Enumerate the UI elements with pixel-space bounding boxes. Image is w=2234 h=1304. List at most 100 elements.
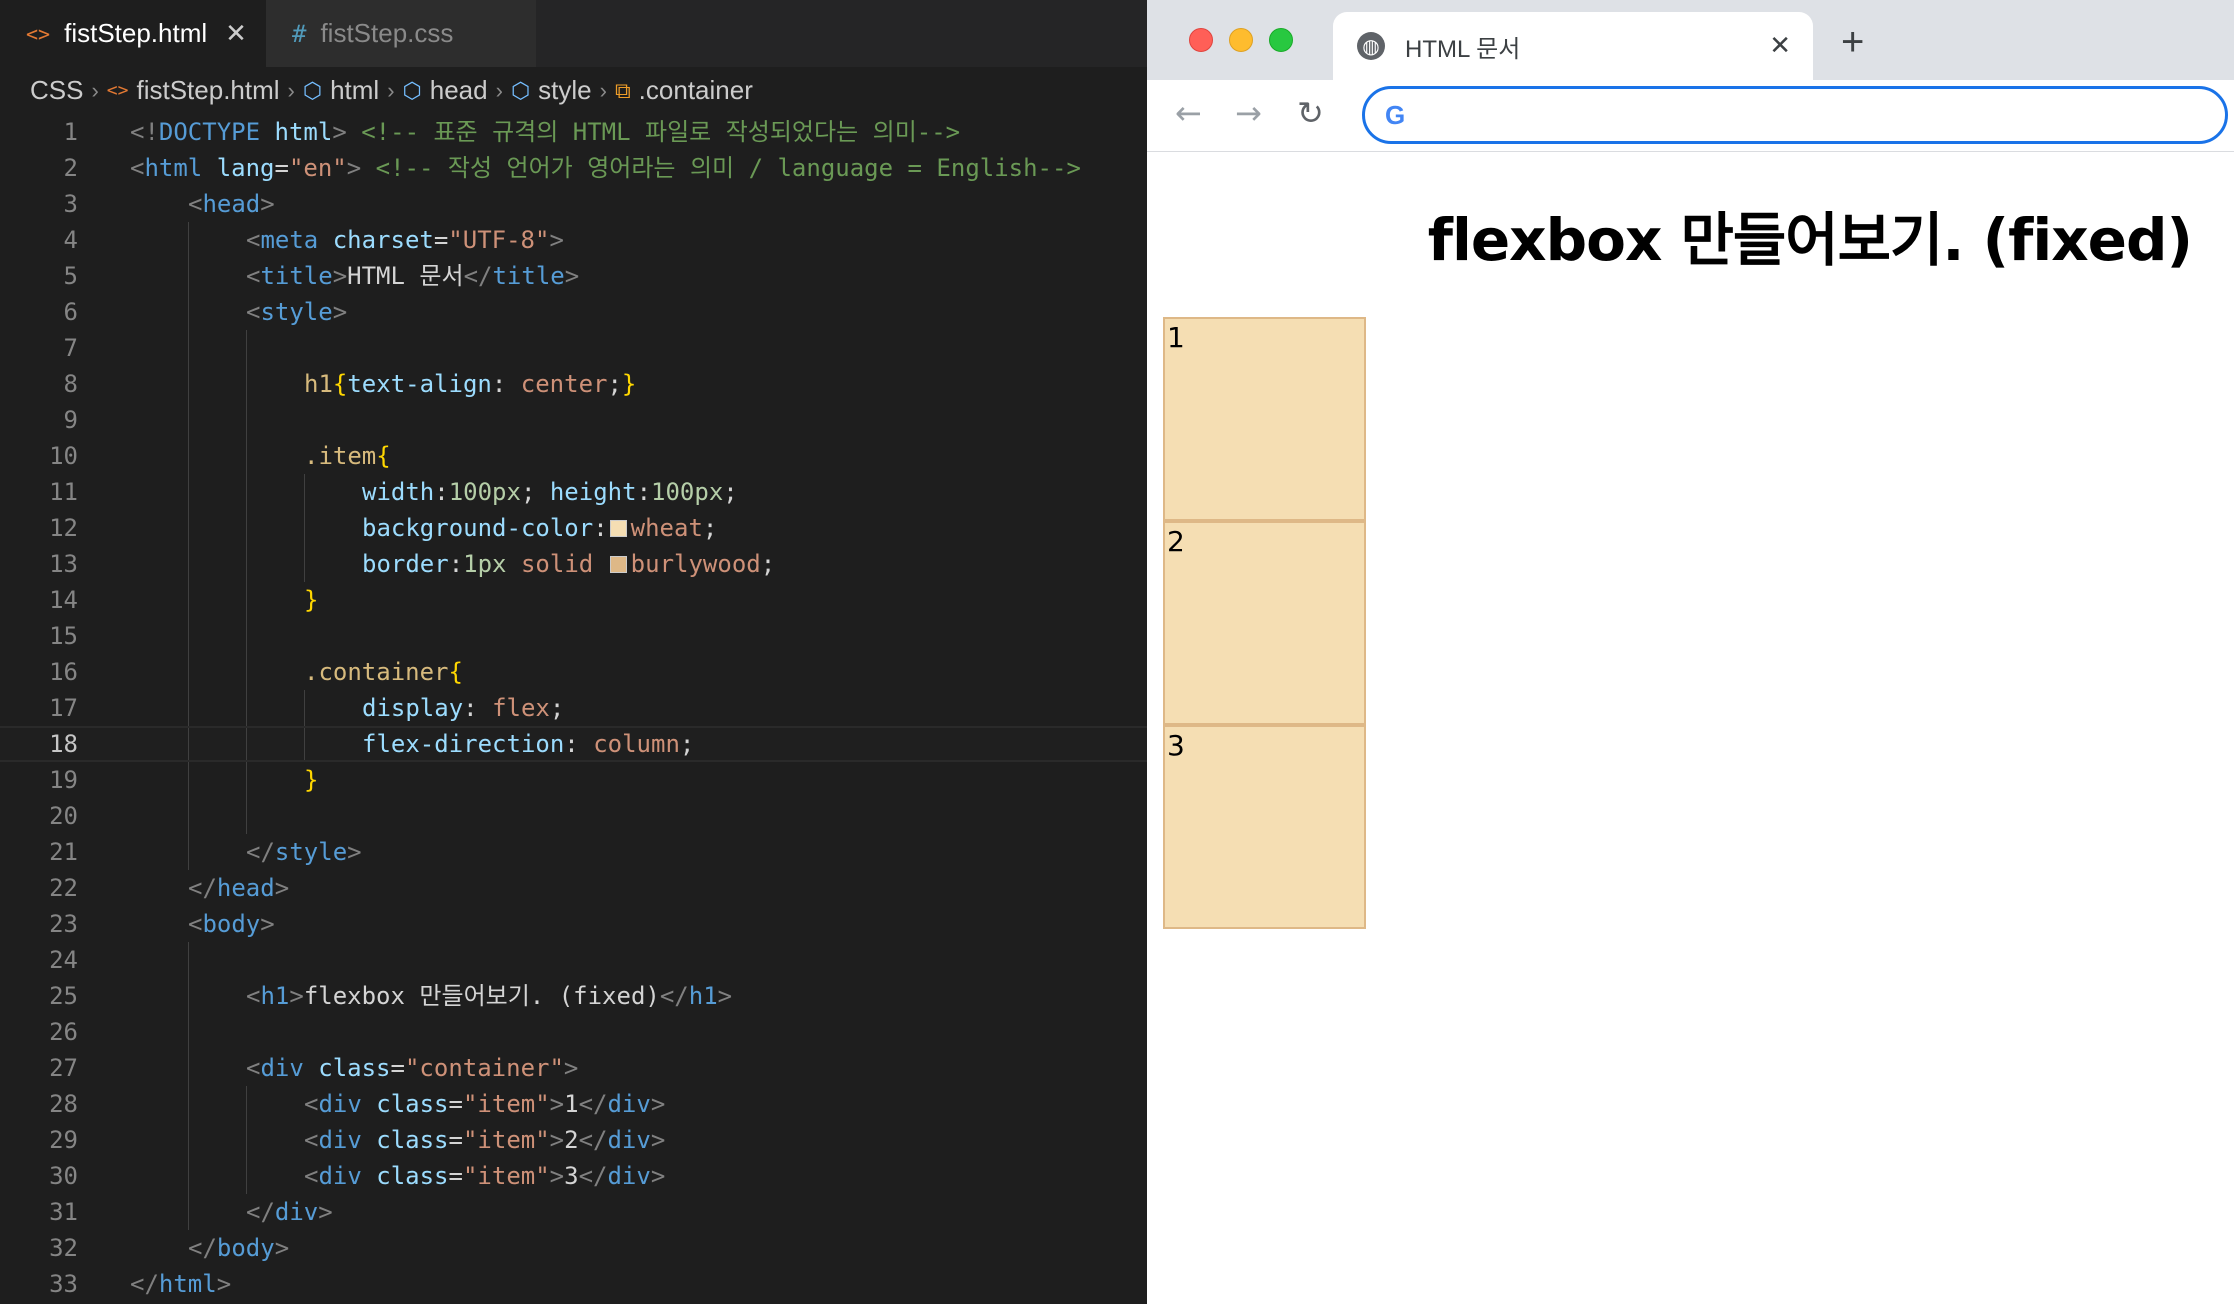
reload-icon[interactable]: ↻: [1297, 94, 1324, 132]
line-number: 17: [49, 694, 78, 722]
code-line[interactable]: 14}: [0, 582, 1147, 618]
color-swatch-wheat[interactable]: [609, 520, 627, 537]
flex-item: 3: [1163, 725, 1366, 929]
code-line[interactable]: 25 <h1>flexbox 만들어보기. (fixed)</h1>: [0, 978, 1147, 1014]
css-file-icon: #: [292, 19, 307, 48]
chevron-right-icon: ›: [287, 77, 295, 103]
code-area[interactable]: 1 <!DOCTYPE html> <!-- 표준 규격의 HTML 파일로 작성…: [0, 114, 1147, 1304]
line-number: 16: [49, 658, 78, 686]
line-number: 21: [49, 838, 78, 866]
code-line[interactable]: 2 <html lang="en"> <!-- 작성 언어가 영어라는 의미 / …: [0, 150, 1147, 186]
color-swatch-burlywood[interactable]: [609, 556, 627, 573]
code-line[interactable]: 13 border:1px solid burlywood;: [0, 546, 1147, 582]
code-line[interactable]: 28 <div class="item">1</div>: [0, 1086, 1147, 1122]
close-window-button[interactable]: [1189, 28, 1213, 52]
line-number: 25: [49, 982, 78, 1010]
tab-fiststep-html[interactable]: <> fistStep.html ✕: [0, 0, 266, 67]
code-line[interactable]: 32 </body>: [0, 1230, 1147, 1266]
flex-item: 1: [1163, 317, 1366, 521]
line-number: 30: [49, 1162, 78, 1190]
line-number: 28: [49, 1090, 78, 1118]
code-line[interactable]: 27 <div class="container">: [0, 1050, 1147, 1086]
code-line[interactable]: 23 <body>: [0, 906, 1147, 942]
html-file-icon: <>: [106, 80, 129, 101]
code-line[interactable]: 29 <div class="item">2</div>: [0, 1122, 1147, 1158]
close-tab-icon[interactable]: ✕: [1769, 31, 1791, 61]
code-line[interactable]: 17 display: flex;: [0, 690, 1147, 726]
line-number: 24: [49, 946, 78, 974]
line-number: 29: [49, 1126, 78, 1154]
code-line[interactable]: 8 h1{text-align: center;}: [0, 366, 1147, 402]
line-number: 13: [49, 550, 78, 578]
html-file-icon: <>: [26, 21, 51, 46]
line-number: 18: [49, 730, 78, 758]
code-line[interactable]: 11 width:100px; height:100px;: [0, 474, 1147, 510]
flex-item: 2: [1163, 521, 1366, 725]
line-number: 20: [49, 802, 78, 830]
code-line[interactable]: 4 <meta charset="UTF-8">: [0, 222, 1147, 258]
line-number: 15: [49, 622, 78, 650]
code-line[interactable]: 10 .item{: [0, 438, 1147, 474]
line-number: 27: [49, 1054, 78, 1082]
page-viewport: flexbox 만들어보기. (fixed) 1 2 3: [1147, 153, 2234, 1304]
code-line[interactable]: 15: [0, 618, 1147, 654]
forward-arrow-icon[interactable]: →: [1235, 94, 1262, 132]
tab-label: fistStep.html: [64, 18, 208, 48]
breadcrumb: CSS › <> fistStep.html › ⬡ html › ⬡ head › …: [0, 67, 1147, 114]
breadcrumb-item-container[interactable]: ⧉ .container: [615, 75, 753, 106]
line-number: 1: [63, 118, 78, 146]
address-input[interactable]: [1417, 101, 2198, 129]
line-number: 9: [63, 406, 78, 434]
code-line[interactable]: 24: [0, 942, 1147, 978]
code-line[interactable]: 7: [0, 330, 1147, 366]
close-icon[interactable]: ✕: [225, 18, 247, 49]
browser-tab[interactable]: ◍ HTML 문서 ✕: [1333, 12, 1813, 80]
code-line-current[interactable]: 18 flex-direction: column;: [0, 726, 1147, 762]
breadcrumb-item-style[interactable]: ⬡ style: [511, 75, 592, 106]
address-bar[interactable]: G: [1362, 86, 2228, 144]
code-line[interactable]: 5 <title>HTML 문서</title>: [0, 258, 1147, 294]
breadcrumb-item-css[interactable]: CSS: [30, 75, 83, 106]
line-number: 31: [49, 1198, 78, 1226]
editor-tab-bar: <> fistStep.html ✕ # fistStep.css: [0, 0, 1147, 67]
tab-fiststep-css[interactable]: # fistStep.css: [266, 0, 536, 67]
code-line[interactable]: 33 </html>: [0, 1266, 1147, 1302]
line-number: 33: [49, 1270, 78, 1298]
line-number: 10: [49, 442, 78, 470]
code-line[interactable]: 12 background-color: wheat;: [0, 510, 1147, 546]
element-icon: ⬡: [302, 77, 323, 103]
code-line[interactable]: 16 .container{: [0, 654, 1147, 690]
code-line[interactable]: 1 <!DOCTYPE html> <!-- 표준 규격의 HTML 파일로 작성…: [0, 114, 1147, 150]
chevron-right-icon: ›: [599, 77, 607, 103]
element-icon: ⬡: [510, 77, 531, 103]
line-number: 26: [49, 1018, 78, 1046]
browser-tab-strip: ◍ HTML 문서 ✕ +: [1147, 0, 2234, 80]
browser-window: ◍ HTML 문서 ✕ + ← → ↻ G flexbox 만들어보기. (fi…: [1147, 0, 2234, 1304]
code-line[interactable]: 3 <head>: [0, 186, 1147, 222]
code-line[interactable]: 31 </div>: [0, 1194, 1147, 1230]
code-line[interactable]: 21 </style>: [0, 834, 1147, 870]
code-line[interactable]: 19}: [0, 762, 1147, 798]
back-arrow-icon[interactable]: ←: [1175, 94, 1202, 132]
line-number: 11: [49, 478, 78, 506]
breadcrumb-item-head[interactable]: ⬡ head: [403, 75, 488, 106]
line-number: 4: [63, 226, 78, 254]
new-tab-button[interactable]: +: [1841, 20, 1864, 65]
code-line[interactable]: 9: [0, 402, 1147, 438]
code-line[interactable]: 26: [0, 1014, 1147, 1050]
line-number: 22: [49, 874, 78, 902]
line-number: 3: [63, 190, 78, 218]
breadcrumb-item-html[interactable]: ⬡ html: [303, 75, 379, 106]
page-heading: flexbox 만들어보기. (fixed): [1427, 206, 2193, 274]
code-line[interactable]: 6 <style>: [0, 294, 1147, 330]
breadcrumb-item-file[interactable]: <> fistStep.html: [107, 75, 280, 106]
line-number: 5: [63, 262, 78, 290]
browser-toolbar: ← → ↻ G: [1147, 80, 2234, 152]
maximize-window-button[interactable]: [1269, 28, 1293, 52]
code-line[interactable]: 22 </head>: [0, 870, 1147, 906]
line-number: 32: [49, 1234, 78, 1262]
code-line[interactable]: 30 <div class="item">3</div>: [0, 1158, 1147, 1194]
code-line[interactable]: 20: [0, 798, 1147, 834]
class-icon: ⧉: [614, 77, 631, 103]
minimize-window-button[interactable]: [1229, 28, 1253, 52]
